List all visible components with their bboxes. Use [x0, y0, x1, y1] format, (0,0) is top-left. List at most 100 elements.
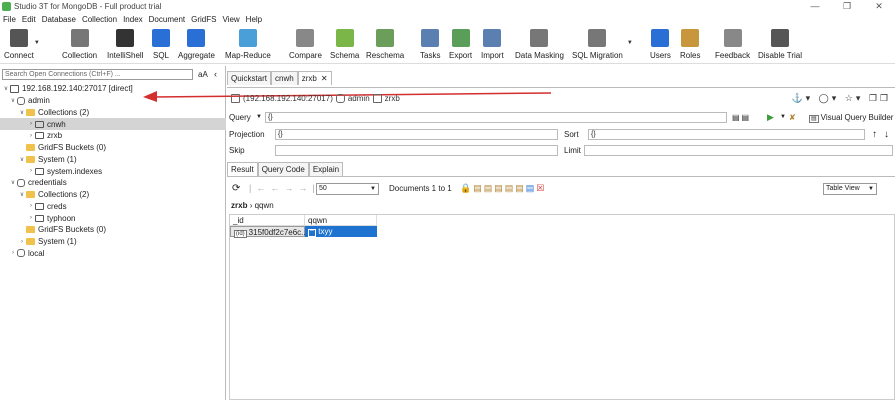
menu-database[interactable]: Database: [42, 15, 76, 24]
query-tools-icons[interactable]: ▤▤: [732, 113, 751, 122]
tab-zrxb[interactable]: zrxb ✕: [297, 71, 332, 85]
tab-cnwh[interactable]: cnwh: [271, 71, 298, 85]
close-icon[interactable]: ✕: [321, 72, 328, 85]
sort-desc-icon[interactable]: ↓: [884, 129, 889, 140]
chevron-down-icon[interactable]: ▼: [627, 40, 633, 46]
sql-button[interactable]: SQL: [152, 26, 170, 64]
chevron-down-icon[interactable]: ∨: [18, 109, 26, 116]
chevron-right-icon[interactable]: ›: [27, 215, 35, 221]
chevron-right-icon[interactable]: ›: [27, 168, 35, 174]
projection-input[interactable]: {}: [275, 128, 558, 140]
breadcrumb-server[interactable]: (192.168.192.140:27017): [243, 94, 333, 103]
tree-folder[interactable]: GridFS Buckets (0): [0, 224, 226, 236]
chevron-right-icon[interactable]: ›: [27, 121, 35, 127]
limit-input[interactable]: [584, 144, 893, 156]
chevron-down-icon[interactable]: ∨: [18, 156, 26, 163]
clear-query-icon[interactable]: ✘: [789, 113, 796, 122]
menu-index[interactable]: Index: [123, 15, 143, 24]
query-input[interactable]: {}: [265, 111, 727, 123]
tree-folder[interactable]: ∨ Collections (2): [0, 189, 226, 201]
map-reduce-button[interactable]: Map-Reduce: [225, 26, 271, 64]
tab-explain[interactable]: Explain: [308, 162, 344, 176]
tree-collection-zrxb[interactable]: › zrxb: [0, 130, 226, 142]
feedback-icon: [723, 29, 742, 47]
chevron-right-icon[interactable]: ›: [18, 239, 26, 245]
tree-folder[interactable]: › System (1): [0, 236, 226, 248]
feedback-button[interactable]: Feedback: [715, 26, 750, 64]
document-actions-icons[interactable]: 🔒▤▤▤▤▤▤☒: [460, 183, 546, 194]
chevron-down-icon[interactable]: ▼: [256, 114, 262, 120]
tree-folder[interactable]: ∨ Collections (2): [0, 107, 226, 119]
sort-input[interactable]: {}: [588, 128, 865, 140]
search-connections-input[interactable]: Search Open Connections (Ctrl+F) ...: [2, 69, 193, 80]
export-button[interactable]: Export: [449, 26, 472, 64]
chevron-down-icon[interactable]: ∨: [2, 85, 10, 92]
builder-icon: ▤: [809, 114, 819, 123]
collapse-pane-icon[interactable]: ‹: [214, 69, 217, 79]
tree-folder[interactable]: GridFS Buckets (0): [0, 142, 226, 154]
menu-view[interactable]: View: [222, 15, 239, 24]
aggregate-button[interactable]: Aggregate: [178, 26, 215, 64]
match-case-toggle[interactable]: aA: [198, 70, 208, 79]
cell-qqwn[interactable]: "" txyy: [305, 226, 377, 237]
view-mode-select[interactable]: Table View ▼: [823, 183, 877, 195]
roles-button[interactable]: Roles: [680, 26, 700, 64]
tree-folder[interactable]: ∨ System (1): [0, 154, 226, 166]
tab-result[interactable]: Result: [227, 162, 258, 176]
pagination-icons[interactable]: |←←→→|: [249, 183, 320, 193]
chevron-right-icon[interactable]: ›: [9, 250, 17, 256]
collection-icon: [35, 120, 44, 128]
chevron-right-icon[interactable]: ›: [27, 133, 35, 139]
path-db[interactable]: zrxb: [231, 201, 247, 210]
minimize-icon[interactable]: —: [799, 1, 831, 12]
menu-file[interactable]: File: [3, 15, 16, 24]
menu-help[interactable]: Help: [246, 15, 262, 24]
cell-id[interactable]: (id) 315f0df2c7e6c...: [230, 226, 308, 238]
menu-edit[interactable]: Edit: [22, 15, 36, 24]
tab-quickstart[interactable]: Quickstart: [227, 71, 272, 85]
reschema-button[interactable]: Reschema: [366, 26, 404, 64]
chevron-right-icon[interactable]: ›: [27, 203, 35, 209]
refresh-icon[interactable]: ⟳: [232, 183, 240, 194]
connect-button[interactable]: Connect ▼: [4, 26, 40, 64]
intellishell-button[interactable]: IntelliShell: [107, 26, 143, 64]
disable-trial-button[interactable]: Disable Trial: [758, 26, 802, 64]
sort-asc-icon[interactable]: ↑: [872, 129, 877, 140]
chevron-down-icon[interactable]: ∨: [9, 179, 17, 186]
tree-db-local[interactable]: › local: [0, 248, 226, 260]
database-icon: [335, 94, 345, 103]
chevron-down-icon[interactable]: ▼: [34, 40, 40, 46]
run-query-icon[interactable]: ▶: [767, 112, 774, 123]
tree-collection-creds[interactable]: › creds: [0, 201, 226, 213]
maximize-icon[interactable]: ❐: [831, 1, 863, 12]
column-header-id[interactable]: _id: [230, 215, 305, 226]
import-button[interactable]: Import: [481, 26, 504, 64]
chevron-down-icon[interactable]: ▼: [780, 114, 786, 120]
close-window-icon[interactable]: ✕: [863, 1, 895, 12]
menu-document[interactable]: Document: [149, 15, 185, 24]
schema-button[interactable]: Schema: [330, 26, 359, 64]
tree-collection-cnwh[interactable]: › cnwh: [0, 118, 226, 130]
menu-gridfs[interactable]: GridFS: [191, 15, 216, 24]
path-collection[interactable]: qqwn: [255, 201, 274, 210]
column-header-qqwn[interactable]: qqwn: [305, 215, 377, 226]
menu-collection[interactable]: Collection: [82, 15, 117, 24]
chevron-down-icon[interactable]: ∨: [18, 191, 26, 198]
chevron-down-icon[interactable]: ∨: [9, 97, 17, 104]
skip-input[interactable]: [275, 144, 558, 156]
tree-collection-system-indexes[interactable]: › system.indexes: [0, 165, 226, 177]
collection-button[interactable]: Collection: [62, 26, 97, 64]
breadcrumb-collection[interactable]: zrxb: [385, 94, 400, 103]
data-masking-button[interactable]: Data Masking: [515, 26, 564, 64]
tree-db-credentials[interactable]: ∨ credentials: [0, 177, 226, 189]
visual-query-builder-button[interactable]: ▤ Visual Query Builder: [809, 113, 893, 123]
page-size-select[interactable]: 50 ▼: [316, 183, 379, 195]
sql-migration-button[interactable]: SQL Migration ▼: [572, 26, 633, 64]
tab-actions-icons[interactable]: ⚓▾ ◯▾ ☆▾ ❐❐: [791, 93, 891, 104]
tasks-button[interactable]: Tasks: [420, 26, 440, 64]
tab-query-code[interactable]: Query Code: [257, 162, 309, 176]
compare-button[interactable]: Compare: [289, 26, 322, 64]
breadcrumb-db[interactable]: admin: [348, 94, 370, 103]
users-button[interactable]: Users: [650, 26, 671, 64]
tree-collection-typhoon[interactable]: › typhoon: [0, 212, 226, 224]
